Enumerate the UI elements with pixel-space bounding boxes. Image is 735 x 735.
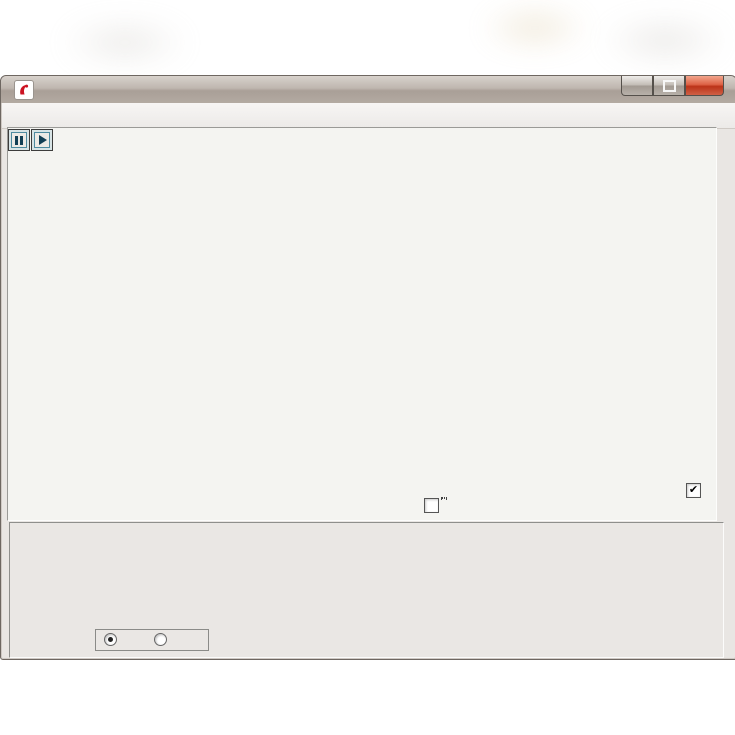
lin-radio[interactable]: [104, 633, 117, 646]
auto-checkbox[interactable]: ✔: [686, 483, 701, 498]
minimize-button[interactable]: [621, 76, 653, 96]
log-radio[interactable]: [154, 633, 167, 646]
play-icon: [39, 135, 47, 145]
waterfall-panel: [7, 127, 717, 521]
close-button[interactable]: [685, 76, 724, 96]
pause-button[interactable]: [8, 129, 30, 151]
maximize-icon: [662, 79, 676, 92]
play-button[interactable]: [31, 129, 53, 151]
background-smudge: [480, 8, 590, 48]
menu-bar: [2, 103, 735, 129]
maximize-button[interactable]: [653, 76, 685, 96]
screenshot-stage: { "window": { "title": "OmniMic - Waterf…: [0, 0, 735, 735]
pause-icon: [15, 135, 23, 145]
eq-flat-checkbox[interactable]: [424, 498, 439, 513]
title-bar[interactable]: [1, 76, 735, 103]
window-controls: [621, 76, 724, 96]
app-logo-icon: [14, 80, 34, 100]
app-window: [0, 75, 735, 660]
background-smudge: [60, 20, 190, 65]
background-smudge: [600, 18, 730, 63]
